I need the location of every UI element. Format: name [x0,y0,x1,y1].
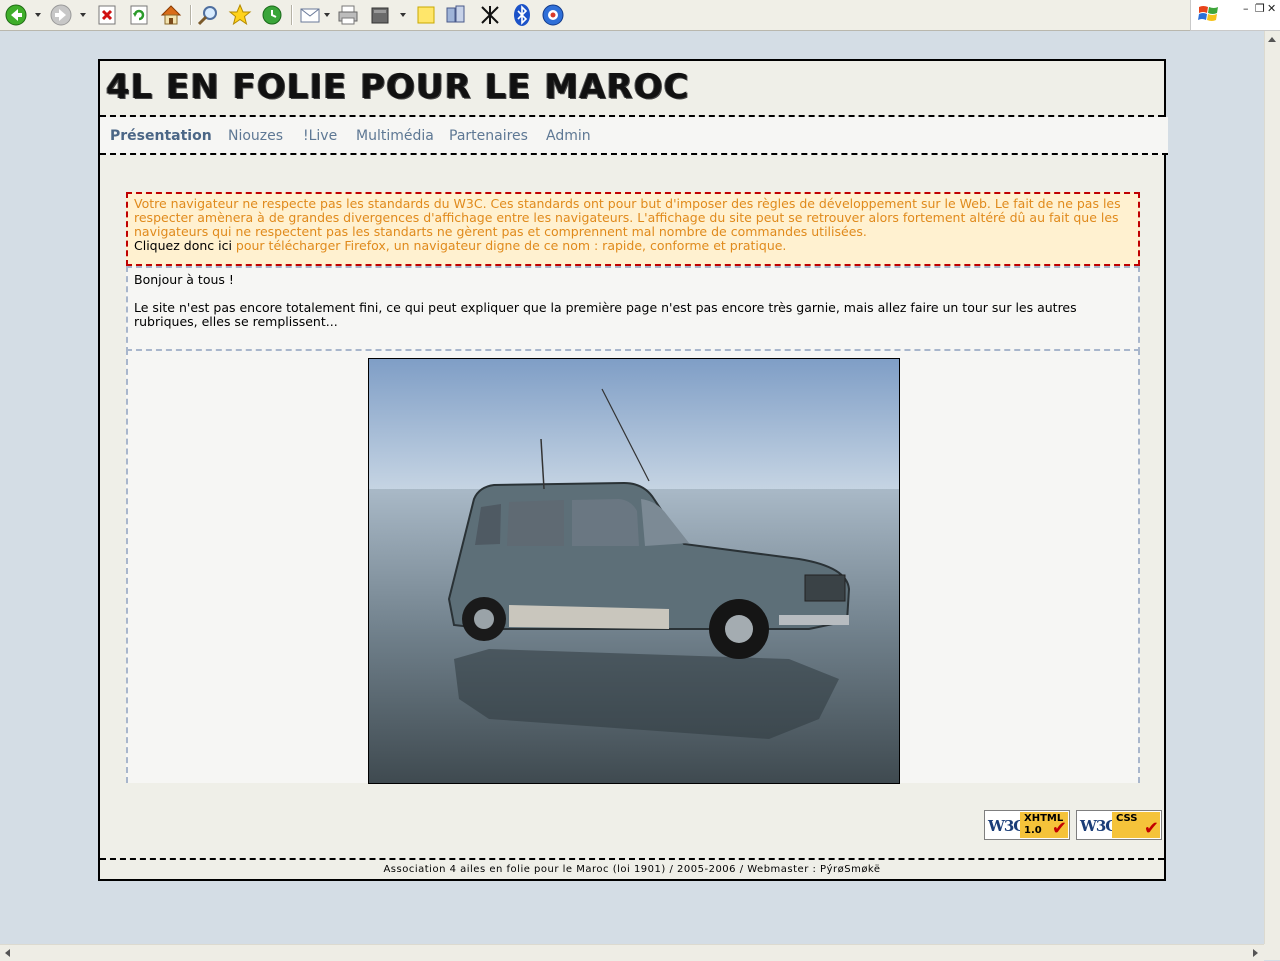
intro-box: Bonjour à tous ! Le site n'est pas encor… [126,266,1140,353]
renault-4l-photo [368,358,900,784]
scroll-right-icon[interactable] [1253,949,1258,957]
favorites-icon[interactable] [228,3,252,27]
nav-item-niouzes[interactable]: Niouzes [228,128,283,144]
nav-item-live[interactable]: !Live [303,128,337,144]
intro-body: Le site n'est pas encore totalement fini… [134,300,1077,329]
photo-box [126,349,1140,784]
messenger-icon[interactable] [444,3,468,27]
vertical-scrollbar[interactable] [1264,31,1280,944]
print-icon[interactable] [336,3,360,27]
greeting-text: Bonjour à tous ! [134,272,234,287]
scroll-up-icon[interactable] [1268,37,1276,42]
site-container: 4L EN FOLIE POUR LE MAROC Présentation N… [98,59,1168,881]
browser-toolbar [0,0,1190,31]
mail-dropdown-icon[interactable] [324,13,330,17]
scroll-left-icon[interactable] [5,949,10,957]
site-footer: Association 4 ailes en folie pour le Mar… [100,858,1164,879]
tool-icon[interactable] [478,3,502,27]
refresh-icon[interactable] [127,3,151,27]
close-button[interactable]: ✕ [1267,2,1276,15]
windows-logo-icon [1197,2,1221,30]
scrollbar-corner [1264,944,1280,960]
valid-css-badge[interactable]: W3C CSS ✔ [1076,810,1162,840]
browser-warning: Votre navigateur ne respecte pas les sta… [126,192,1140,266]
edit-icon[interactable] [368,3,392,27]
site-header: 4L EN FOLIE POUR LE MAROC [100,61,1164,117]
site-logo[interactable]: 4L EN FOLIE POUR LE MAROC [106,67,690,107]
home-icon[interactable] [159,3,183,27]
mail-icon[interactable] [299,3,323,27]
w3c-logo: W3C [1080,817,1117,835]
forward-dropdown-icon[interactable] [80,13,86,17]
edit-dropdown-icon[interactable] [400,13,406,17]
warning-text: Votre navigateur ne respecte pas les sta… [134,196,1121,239]
horizontal-scrollbar[interactable] [0,944,1264,961]
settings-icon[interactable] [541,3,565,27]
warning-click-prefix: Cliquez donc ici [134,238,232,253]
restore-button[interactable]: ❐ [1255,2,1265,15]
checkmark-icon: ✔ [1051,818,1067,839]
window-controls: – ❐ ✕ [1190,0,1280,31]
search-icon[interactable] [196,3,220,27]
nav-item-multimedia[interactable]: Multimédia [356,128,434,144]
valid-xhtml-badge[interactable]: W3C XHTML 1.0 ✔ [984,810,1070,840]
firefox-download-link[interactable]: pour télécharger Firefox, un navigateur … [236,238,786,253]
note-icon[interactable] [414,3,438,27]
nav-item-partenaires[interactable]: Partenaires [449,128,528,144]
checkmark-icon: ✔ [1143,818,1159,839]
w3c-logo: W3C [988,817,1025,835]
minimize-button[interactable]: – [1243,2,1249,15]
back-icon[interactable] [4,3,28,27]
bluetooth-icon[interactable] [510,3,534,27]
back-dropdown-icon[interactable] [35,13,41,17]
stop-icon[interactable] [95,3,119,27]
main-nav: Présentation Niouzes !Live Multimédia Pa… [100,117,1168,155]
nav-item-admin[interactable]: Admin [546,128,591,144]
forward-icon[interactable] [49,3,73,27]
history-icon[interactable] [260,3,284,27]
nav-item-presentation[interactable]: Présentation [110,128,212,144]
